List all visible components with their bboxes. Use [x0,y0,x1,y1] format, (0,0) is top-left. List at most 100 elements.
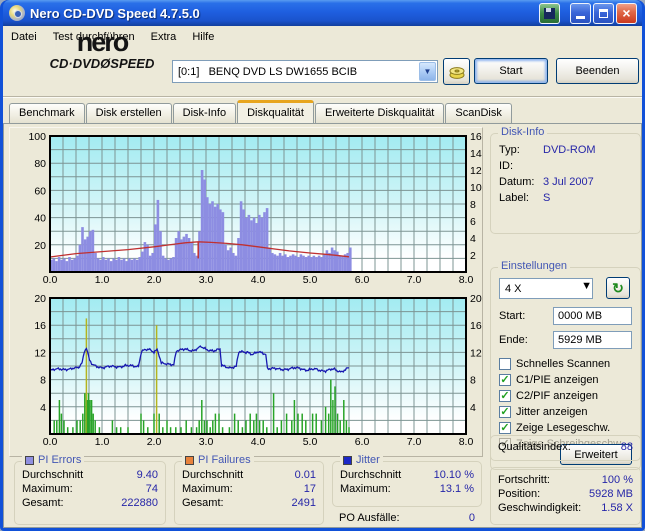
cdspeed-logo-text: CD·DVDØSPEED [49,56,155,71]
svg-text:4.0: 4.0 [251,436,266,448]
floppy-icon [544,7,555,19]
app-window: Nero CD-DVD Speed 4.7.5.0 × Datei Test d… [0,0,645,531]
disk-info-row: ID: [499,160,514,172]
po-failures-row: PO Ausfälle: 0 [339,512,475,524]
drive-select[interactable]: [0:1] BENQ DVD LS DW1655 BCIB ▼ [172,60,438,83]
eject-button[interactable] [443,58,470,85]
checkbox-jitter[interactable]: ✓ Jitter anzeigen [491,404,640,420]
close-icon: × [622,5,631,21]
checkbox-schnelles-scannen[interactable]: Schnelles Scannen [491,356,640,372]
stat-row: Maximum: 17 [182,483,316,495]
jitter-stats-title: Jitter [356,454,380,466]
pi-failures-stats: PI Failures Durchschnitt 0.01 Maximum: 17 … [174,454,324,525]
svg-text:5.0: 5.0 [303,436,318,448]
maximize-button[interactable] [593,2,614,24]
svg-text:5.0: 5.0 [303,274,318,286]
svg-text:20: 20 [34,240,46,252]
svg-text:8: 8 [470,199,476,211]
svg-text:0.0: 0.0 [43,274,58,286]
quality-index-value: 88 [620,441,633,453]
svg-text:12: 12 [34,347,46,359]
quality-index-label: Qualitätsindex: [498,441,571,453]
svg-text:7.0: 7.0 [407,274,422,286]
svg-text:16: 16 [470,320,482,332]
speed-select[interactable]: 4 X ▼ [499,278,593,299]
client-area: Datei Test durchführen Extra Hilfe nero … [3,26,642,528]
svg-text:0.0: 0.0 [43,436,58,448]
end-field[interactable]: 5929 MB [553,331,632,349]
checkbox-c1-pie[interactable]: ✓ C1/PIE anzeigen [491,372,640,388]
svg-text:80: 80 [34,158,46,170]
svg-text:10: 10 [470,182,482,194]
stat-row: Gesamt: 2491 [182,497,316,509]
progress-row: Fortschritt: 100 % [498,474,633,486]
nero-logo-text: nero [76,27,130,57]
refresh-icon: ↻ [612,279,624,296]
svg-text:14: 14 [470,148,482,160]
svg-text:1.0: 1.0 [95,274,110,286]
svg-text:3.0: 3.0 [199,274,214,286]
checkbox-c2-pif[interactable]: ✓ C2/PIF anzeigen [491,388,640,404]
tab-erweiterte-diskqualitaet[interactable]: Erweiterte Diskqualität [314,103,445,123]
stat-row: Gesamt: 222880 [22,497,158,509]
checkbox-icon: ✓ [499,374,511,386]
svg-text:2.0: 2.0 [147,436,162,448]
title-bar[interactable]: Nero CD-DVD Speed 4.7.5.0 × [3,0,642,26]
tab-disk-info[interactable]: Disk-Info [172,103,237,123]
stat-row: Maximum: 13.1 % [340,483,474,495]
tab-diskqualitaet[interactable]: Diskqualität [237,100,314,123]
minimize-button[interactable] [570,2,591,24]
refresh-button[interactable]: ↻ [606,277,630,299]
tab-disk-erstellen[interactable]: Disk erstellen [85,103,172,123]
quit-button[interactable]: Beenden [556,58,639,84]
titlebar-extra-button[interactable] [539,2,560,24]
nero-logo: nero CD·DVDØSPEED [27,27,177,71]
svg-text:2.0: 2.0 [147,274,162,286]
svg-text:40: 40 [34,213,46,225]
menu-hilfe[interactable]: Hilfe [184,29,222,45]
svg-text:4: 4 [40,402,46,414]
speed-select-value: 4 X [505,282,522,295]
start-button[interactable]: Start [474,58,548,84]
disk-info-row: Typ: DVD-ROM [499,144,596,156]
disk-info-row: Datum: 3 Jul 2007 [499,176,594,188]
close-button[interactable]: × [616,2,637,24]
svg-text:60: 60 [34,185,46,197]
svg-text:6: 6 [470,216,476,228]
maximize-icon [599,8,608,18]
chevron-down-icon[interactable]: ▼ [581,280,592,297]
checkbox-icon: ✓ [499,390,511,402]
svg-text:3.0: 3.0 [199,436,214,448]
disk-info-title: Disk-Info [498,126,548,138]
start-row: Start: 0000 MB [491,307,640,325]
tab-bar: Benchmark Disk erstellen Disk-Info Diskq… [9,100,513,123]
minimize-icon [576,16,585,19]
svg-text:8: 8 [40,375,46,387]
stat-row: Maximum: 74 [22,483,158,495]
checkbox-icon: ✓ [499,406,511,418]
jitter-pif-chart: 20 16 12 8 4 20 16 12 8 4 0.0 1.0 2.0 3.0 4.0 5.0 6.0 7.0… [34,294,482,448]
svg-text:8.0: 8.0 [459,274,474,286]
svg-text:20: 20 [470,294,482,305]
chevron-down-icon[interactable]: ▼ [419,62,436,81]
app-cd-icon [9,5,25,21]
progress-row: Position: 5928 MB [498,488,633,500]
start-field[interactable]: 0000 MB [553,307,632,325]
end-row: Ende: 5929 MB [491,331,640,349]
svg-text:4: 4 [470,402,476,414]
progress-row: Geschwindigkeit: 1.58 X [498,502,633,514]
quality-index-box: Qualitätsindex: 88 [490,435,641,461]
settings-title: Einstellungen [498,260,571,272]
tab-benchmark[interactable]: Benchmark [9,103,85,123]
toolbar-separator [3,96,642,98]
pi-errors-stats: PI Errors Durchschnitt 9.40 Maximum: 74 Ge… [14,454,166,525]
tab-scandisk[interactable]: ScanDisk [445,103,512,123]
checkbox-icon [499,358,511,370]
disk-info-box: Disk-Info Typ: DVD-ROM ID: Datum: 3 Jul 20… [490,126,641,234]
svg-text:4.0: 4.0 [251,274,266,286]
checkbox-icon: ✓ [499,422,511,434]
disc-stack-icon [449,66,464,79]
svg-text:12: 12 [470,347,482,359]
checkbox-lesegeschw[interactable]: ✓ Zeige Lesegeschw. [491,420,640,436]
jitter-legend-swatch [343,455,352,465]
